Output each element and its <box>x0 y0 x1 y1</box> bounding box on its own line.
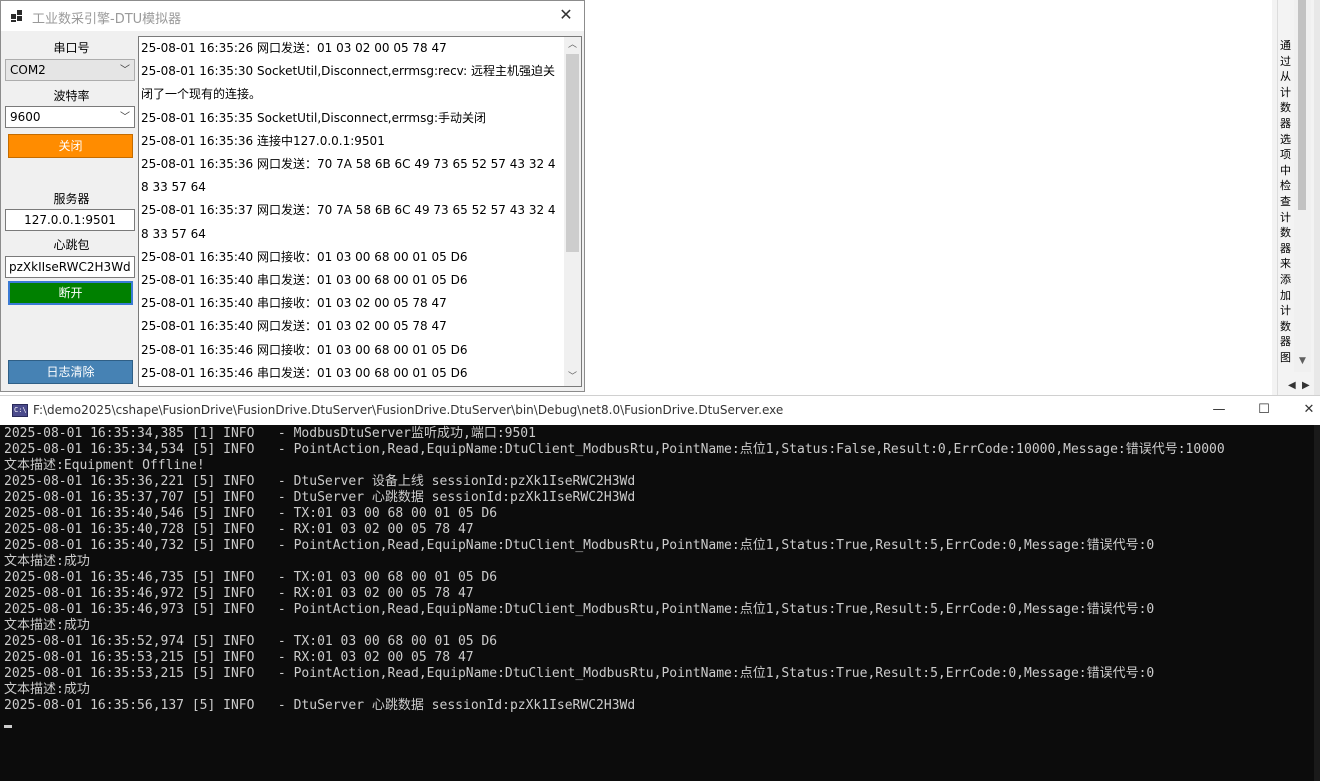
heartbeat-label: 心跳包 <box>53 238 90 252</box>
chevron-down-icon: ﹀ <box>120 65 130 76</box>
baud-rate-value: 9600 <box>10 110 41 124</box>
console-output[interactable]: 2025-08-01 16:35:34,385 [1] INFO - Modbu… <box>4 426 1304 714</box>
console-line: 2025-08-01 16:35:53,215 [5] INFO - Point… <box>4 666 1155 681</box>
panel-divider <box>1277 0 1278 397</box>
console-line: 2025-08-01 16:35:46,973 [5] INFO - Point… <box>4 602 1155 617</box>
dtu-window-title: 工业数采引擎-DTU模拟器 <box>32 12 182 27</box>
console-line: 文本描述:成功 <box>4 682 90 697</box>
scroll-up-arrow-icon[interactable]: ︿ <box>564 37 581 54</box>
log-line: 25-08-01 16:35:36 连接中127.0.0.1:9501 <box>141 133 385 148</box>
log-line: 25-08-01 16:35:26 网口发送：01 03 02 00 05 78… <box>141 41 447 55</box>
side-panel-scroll-thumb[interactable] <box>1298 0 1306 210</box>
dtu-title-bar: 工业数采引擎-DTU模拟器 ✕ <box>1 1 584 31</box>
log-line: 25-08-01 16:35:46 网口接收：01 03 00 68 00 01… <box>141 342 468 357</box>
log-line: 25-08-01 16:35:40 网口发送：01 03 02 00 05 78… <box>141 319 447 334</box>
console-window-title: F:\demo2025\cshape\FusionDrive\FusionDri… <box>33 403 784 417</box>
log-line: 25-08-01 16:35:46 串口发送：01 03 00 68 00 01… <box>141 365 468 380</box>
log-line: 25-08-01 16:35:36 网口发送：70 7A 58 6B 6C 49… <box>141 157 556 195</box>
console-cursor <box>4 725 12 728</box>
log-lines: 25-08-01 16:35:26 网口发送：01 03 02 00 05 78… <box>141 37 563 385</box>
maximize-icon[interactable]: ☐ <box>1249 399 1279 421</box>
console-line: 2025-08-01 16:35:34,534 [5] INFO - Point… <box>4 442 1225 457</box>
vertical-hint-text: 通过从计数器选项中检查计数器来添加计数器图 <box>1280 39 1291 364</box>
horizontal-scroll-arrows[interactable]: ◀ ▶ <box>1276 380 1316 394</box>
console-line: 2025-08-01 16:35:53,215 [5] INFO - RX:01… <box>4 650 474 665</box>
dtu-close-icon[interactable]: ✕ <box>556 4 576 26</box>
scroll-down-arrow-icon[interactable]: ▼ <box>1294 356 1311 370</box>
log-scrollbar[interactable]: ︿ ﹀ <box>564 37 581 386</box>
panel-edge <box>1314 0 1320 397</box>
log-scroll-thumb[interactable] <box>566 54 579 252</box>
log-line: 25-08-01 16:35:40 串口接收：01 03 02 00 05 78… <box>141 296 447 311</box>
heartbeat-input[interactable]: pzXkIIseRWC2H3Wd <box>5 256 135 278</box>
serial-port-label: 串口号 <box>53 41 90 55</box>
console-line: 2025-08-01 16:35:56,137 [5] INFO - DtuSe… <box>4 698 636 713</box>
log-line: 25-08-01 16:35:40 串口发送：01 03 00 68 00 01… <box>141 273 468 288</box>
scroll-left-arrow-icon[interactable]: ◀ <box>1288 380 1296 391</box>
minimize-icon[interactable]: — <box>1204 399 1234 421</box>
console-line: 2025-08-01 16:35:52,974 [5] INFO - TX:01… <box>4 634 498 649</box>
console-line: 文本描述:成功 <box>4 618 90 633</box>
console-scrollbar[interactable] <box>1314 425 1320 781</box>
log-line: 25-08-01 16:35:37 网口发送：70 7A 58 6B 6C 49… <box>141 203 556 241</box>
close-port-button[interactable]: 关闭 <box>8 134 133 158</box>
console-title-bar: C:\ F:\demo2025\cshape\FusionDrive\Fusio… <box>0 395 1320 425</box>
console-line: 2025-08-01 16:35:46,972 [5] INFO - RX:01… <box>4 586 474 601</box>
log-textbox[interactable]: 25-08-01 16:35:26 网口发送：01 03 02 00 05 78… <box>138 36 582 387</box>
disconnect-button[interactable]: 断开 <box>8 281 133 305</box>
app-window-icon <box>11 10 23 22</box>
server-address-input[interactable]: 127.0.0.1:9501 <box>5 209 135 231</box>
baud-rate-select[interactable]: 9600 ﹀ <box>5 106 135 128</box>
scroll-right-arrow-icon[interactable]: ▶ <box>1302 380 1310 391</box>
console-line: 2025-08-01 16:35:40,732 [5] INFO - Point… <box>4 538 1155 553</box>
console-window: C:\ F:\demo2025\cshape\FusionDrive\Fusio… <box>0 395 1320 781</box>
console-line: 2025-08-01 16:35:40,728 [5] INFO - RX:01… <box>4 522 474 537</box>
clear-log-button[interactable]: 日志清除 <box>8 360 133 384</box>
console-line: 2025-08-01 16:35:40,546 [5] INFO - TX:01… <box>4 506 498 521</box>
chevron-down-icon: ﹀ <box>120 112 130 123</box>
serial-port-select[interactable]: COM2 ﹀ <box>5 59 135 81</box>
side-panel-scrollbar[interactable]: ▼ <box>1294 0 1311 372</box>
console-line: 2025-08-01 16:35:46,735 [5] INFO - TX:01… <box>4 570 498 585</box>
baud-rate-label: 波特率 <box>53 89 90 103</box>
log-line: 25-08-01 16:35:30 SocketUtil,Disconnect,… <box>141 64 555 102</box>
console-app-icon: C:\ <box>12 404 28 417</box>
log-line: 25-08-01 16:35:35 SocketUtil,Disconnect,… <box>141 110 487 125</box>
background-side-panel: 通过从计数器选项中检查计数器来添加计数器图 ▼ ◀ ▶ <box>1272 0 1320 397</box>
scroll-down-arrow-icon[interactable]: ﹀ <box>564 369 581 386</box>
serial-port-value: COM2 <box>10 63 46 77</box>
console-line: 文本描述:Equipment Offline! <box>4 458 205 473</box>
console-line: 文本描述:成功 <box>4 554 90 569</box>
dtu-simulator-window: 工业数采引擎-DTU模拟器 ✕ 串口号 COM2 ﹀ 波特率 9600 ﹀ 关闭… <box>0 0 585 392</box>
log-line: 25-08-01 16:35:40 网口接收：01 03 00 68 00 01… <box>141 249 468 264</box>
console-line: 2025-08-01 16:35:36,221 [5] INFO - DtuSe… <box>4 474 636 489</box>
console-line: 2025-08-01 16:35:37,707 [5] INFO - DtuSe… <box>4 490 636 505</box>
console-line: 2025-08-01 16:35:34,385 [1] INFO - Modbu… <box>4 426 536 441</box>
close-icon[interactable]: ✕ <box>1294 399 1320 421</box>
server-label: 服务器 <box>53 192 90 206</box>
